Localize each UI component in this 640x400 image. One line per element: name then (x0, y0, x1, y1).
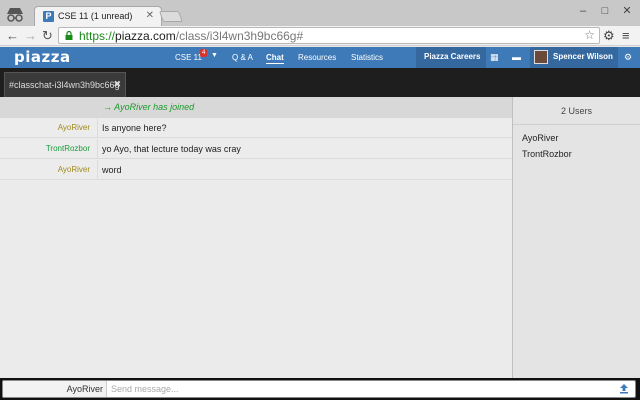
forward-arrow-icon[interactable]: → (24, 28, 37, 43)
upload-icon[interactable] (619, 383, 629, 394)
lock-icon (65, 31, 73, 40)
message-text: word (102, 165, 122, 175)
message-input[interactable] (111, 383, 601, 395)
reload-icon[interactable]: ↻ (42, 28, 53, 43)
message-nick[interactable]: AyoRiver (58, 123, 90, 132)
self-nick: AyoRiver (3, 381, 107, 397)
join-notice-text: → AyoRiver has joined (103, 102, 195, 112)
user-menu[interactable]: Spencer Wilson (530, 47, 618, 68)
piazza-careers-label: Piazza Careers (424, 52, 481, 61)
join-notice: → AyoRiver has joined (0, 97, 512, 118)
calendar-icon[interactable]: ▦ (490, 52, 499, 63)
message-row: AyoRiver word (0, 160, 512, 180)
nav-resources[interactable]: Resources (298, 52, 336, 63)
address-bar[interactable]: https://piazza.com/class/i3l4wn3h9bc66g#… (58, 27, 600, 44)
piazza-top-bar: piazza CSE 11 4 ▼ Q & A Chat Resources S… (0, 47, 640, 68)
piazza-favicon-icon: P (43, 11, 54, 22)
maximize-icon[interactable]: □ (598, 4, 612, 18)
new-tab-button[interactable] (158, 11, 184, 22)
message-input-bar: AyoRiver (0, 378, 640, 400)
back-arrow-icon[interactable]: ← (6, 28, 19, 43)
message-input-container: AyoRiver (2, 380, 636, 398)
browser-toolbar: ← → ↻ https://piazza.com/class/i3l4wn3h9… (0, 26, 640, 46)
tab-close-icon[interactable]: ✕ (146, 10, 154, 22)
unread-badge: 4 (200, 49, 208, 57)
message-row: TrontRozbor yo Ayo, that lecture today w… (0, 139, 512, 159)
incognito-icon (7, 8, 23, 22)
nav-qa[interactable]: Q & A (232, 52, 253, 63)
nav-class-selector[interactable]: CSE 11 (175, 52, 202, 63)
message-text: yo Ayo, that lecture today was cray (102, 144, 241, 154)
nav-chat[interactable]: Chat (266, 52, 284, 64)
self-nick-label: AyoRiver (66, 384, 103, 394)
close-icon[interactable]: ✖ (113, 79, 121, 90)
chevron-down-icon[interactable]: ▼ (211, 52, 218, 59)
hamburger-menu-icon[interactable]: ≡ (622, 28, 630, 43)
piazza-careers-button[interactable]: Piazza Careers (416, 47, 486, 68)
star-icon[interactable]: ☆ (584, 28, 595, 43)
users-panel: 2 Users AyoRiver TrontRozbor (512, 97, 640, 378)
message-text: Is anyone here? (102, 123, 167, 133)
browser-tab-strip: P CSE 11 (1 unread) ✕ – □ ✕ (0, 0, 640, 26)
chat-tab-strip: #classchat-i3l4wn3h9bc66g ✖ (0, 68, 640, 97)
chat-messages: → AyoRiver has joined AyoRiver Is anyone… (0, 97, 512, 378)
user-list-item[interactable]: TrontRozbor (522, 149, 572, 159)
user-list-item[interactable]: AyoRiver (522, 133, 558, 143)
chat-tab-label: #classchat-i3l4wn3h9bc66g (9, 80, 120, 90)
users-count: 2 Users (513, 97, 640, 125)
gear-icon[interactable]: ⚙ (603, 28, 615, 43)
browser-tab-active[interactable]: P CSE 11 (1 unread) ✕ (34, 6, 162, 26)
url-text[interactable]: https://piazza.com/class/i3l4wn3h9bc66g# (79, 29, 303, 43)
message-nick[interactable]: TrontRozbor (46, 144, 90, 153)
window-close-icon[interactable]: ✕ (620, 4, 634, 18)
chat-tab-classchat[interactable]: #classchat-i3l4wn3h9bc66g ✖ (4, 72, 126, 97)
user-name: Spencer Wilson (553, 52, 613, 61)
message-row: AyoRiver Is anyone here? (0, 118, 512, 138)
minimize-icon[interactable]: – (576, 4, 590, 18)
gear-icon[interactable]: ⚙ (624, 52, 632, 63)
piazza-logo[interactable]: piazza (14, 49, 71, 66)
message-icon[interactable]: ▬ (512, 52, 521, 63)
tab-title: CSE 11 (1 unread) (58, 11, 133, 21)
nav-statistics[interactable]: Statistics (351, 52, 383, 63)
message-nick[interactable]: AyoRiver (58, 165, 90, 174)
avatar (534, 50, 548, 64)
